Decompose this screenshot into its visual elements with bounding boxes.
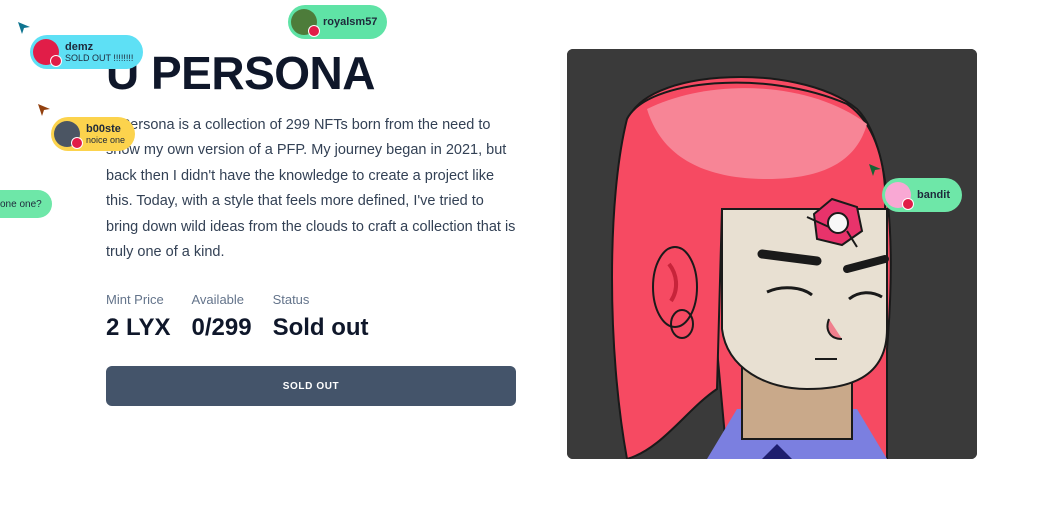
cursor-bubble-demz: demz SOLD OUT !!!!!!!! [30,35,144,69]
cursor-arrow-icon [869,164,881,176]
stat-available: Available 0/299 [192,292,252,342]
cursor-bubble-b00ste: b00ste noice one [51,117,136,151]
cursor-message: SOLD OUT !!!!!!!! [65,53,134,63]
mint-stats: Mint Price 2 LYX Available 0/299 Status … [106,292,390,342]
avatar-badge-icon [902,198,914,210]
cursor-bubble-royalsm57: royalsm57 [288,5,388,39]
collection-title: U PERSONA [106,47,375,99]
avatar-badge-icon [50,55,62,67]
cursor-message: noice one [86,135,126,145]
avatar [33,39,62,67]
avatar [291,9,320,37]
persona-illustration [567,49,977,459]
avatar-badge-icon [71,137,83,149]
stat-label: Mint Price [106,292,164,307]
stat-status: Status Sold out [273,292,369,342]
collection-description: U Persona is a collection of 299 NFTs bo… [106,117,516,261]
cursor-bubble-bandit: bandit [882,178,962,212]
nft-artwork-image [567,49,977,459]
cursor-arrow-icon [38,104,50,116]
stat-value: 0/299 [191,314,252,341]
stat-label: Status [272,292,310,307]
cursor-name: b00ste [86,123,121,135]
cursor-name: royalsm57 [323,16,378,28]
cursor-arrow-icon [18,22,30,34]
cursor-bubble-partial: one one? [0,190,52,218]
stat-value: 2 LYX [106,314,171,341]
avatar [885,182,914,210]
stat-value: Sold out [272,314,369,341]
stat-label: Available [191,292,245,307]
sold-out-button[interactable]: SOLD OUT [106,366,516,406]
cursor-name: bandit [917,189,950,201]
avatar [54,121,83,149]
stat-mint-price: Mint Price 2 LYX [106,292,171,342]
cursor-message: one one? [0,198,42,210]
avatar-badge-icon [308,25,320,37]
cursor-name: demz [65,41,94,53]
